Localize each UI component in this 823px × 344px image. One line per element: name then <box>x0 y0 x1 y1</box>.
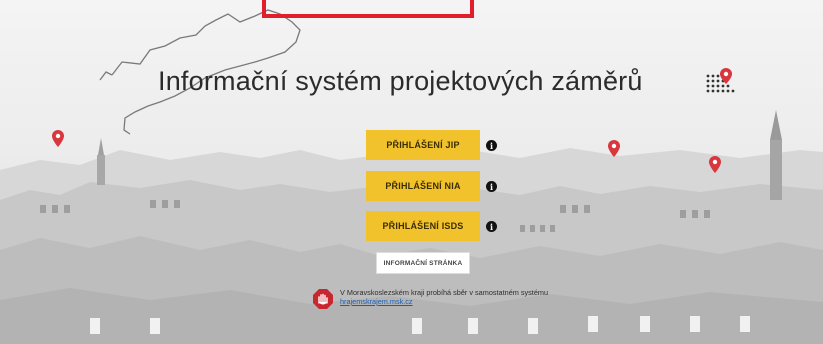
page-title: Informační systém projektových záměrů <box>158 66 643 96</box>
login-nia-button[interactable]: PŘIHLÁŠENÍ NIA <box>366 171 480 201</box>
info-page-button[interactable]: INFORMAČNÍ STRÁNKA <box>376 252 470 274</box>
login-isds-button[interactable]: PŘIHLÁŠENÍ ISDS <box>366 211 480 241</box>
notice-link[interactable]: hrajemskrajem.msk.cz <box>340 297 413 306</box>
highlight-frame <box>262 0 474 18</box>
map-pin-icon <box>608 140 620 160</box>
notice-text: V Moravskoslezském kraji probíhá sběr v … <box>340 288 550 306</box>
hand-stop-icon <box>312 288 334 310</box>
map-pin-icon <box>709 156 721 176</box>
notice-message: V Moravskoslezském kraji probíhá sběr v … <box>340 288 549 297</box>
map-pin-icon <box>52 130 64 150</box>
info-icon[interactable]: i <box>486 181 497 192</box>
map-pin-dots-icon <box>704 64 740 98</box>
info-icon[interactable]: i <box>486 221 497 232</box>
login-jip-button[interactable]: PŘIHLÁŠENÍ JIP <box>366 130 480 160</box>
notice: V Moravskoslezském kraji probíhá sběr v … <box>312 286 548 312</box>
info-icon[interactable]: i <box>486 140 497 151</box>
